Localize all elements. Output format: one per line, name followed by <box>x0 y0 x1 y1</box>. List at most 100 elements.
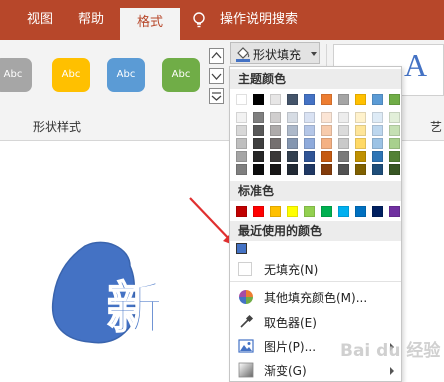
theme-color-swatch[interactable] <box>372 94 383 105</box>
theme-color-shade-swatch[interactable] <box>253 151 264 162</box>
theme-color-swatch[interactable] <box>355 94 366 105</box>
theme-color-shade-swatch[interactable] <box>253 125 264 136</box>
theme-color-shade-swatch[interactable] <box>304 112 315 123</box>
more-fill-colors-label: 其他填充颜色(M)... <box>264 291 368 305</box>
theme-color-shade-swatch[interactable] <box>355 125 366 136</box>
theme-color-shade-swatch[interactable] <box>338 125 349 136</box>
theme-color-shade-swatch[interactable] <box>270 112 281 123</box>
theme-color-shade-swatch[interactable] <box>321 112 332 123</box>
shape-style-gold[interactable]: Abc <box>52 58 90 92</box>
styles-more-button[interactable] <box>209 88 224 104</box>
tell-me-search[interactable]: 操作说明搜索 <box>220 8 298 27</box>
standard-color-swatch[interactable] <box>355 206 366 217</box>
blue-shape[interactable]: 新 <box>45 236 165 356</box>
standard-color-swatch[interactable] <box>321 206 332 217</box>
theme-color-shade-swatch[interactable] <box>372 164 383 175</box>
theme-color-swatch[interactable] <box>287 94 298 105</box>
no-fill-item[interactable]: 无填充(N) <box>230 258 401 280</box>
tab-format[interactable]: 格式 <box>120 8 180 40</box>
theme-color-shade-swatch[interactable] <box>338 138 349 149</box>
standard-color-swatch[interactable] <box>304 206 315 217</box>
theme-color-shade-swatch[interactable] <box>236 164 247 175</box>
theme-color-shade-swatch[interactable] <box>287 151 298 162</box>
theme-color-shade-swatch[interactable] <box>355 151 366 162</box>
standard-color-swatch[interactable] <box>287 206 298 217</box>
theme-color-shade-swatch[interactable] <box>321 138 332 149</box>
standard-color-swatch[interactable] <box>236 206 247 217</box>
theme-color-shade-swatch[interactable] <box>372 112 383 123</box>
eyedropper-item[interactable]: 取色器(E) <box>230 311 401 333</box>
shape-style-green[interactable]: Abc <box>162 58 200 92</box>
theme-color-shade-swatch[interactable] <box>389 151 400 162</box>
theme-color-shade-swatch[interactable] <box>355 138 366 149</box>
styles-scroll-down-button[interactable] <box>209 68 224 84</box>
theme-color-shade-swatch[interactable] <box>270 151 281 162</box>
theme-color-shade-swatch[interactable] <box>304 138 315 149</box>
theme-color-shade-swatch[interactable] <box>372 125 383 136</box>
shape-style-gray[interactable]: Abc <box>0 58 32 92</box>
theme-color-shade-swatch[interactable] <box>338 151 349 162</box>
theme-color-swatch[interactable] <box>321 94 332 105</box>
theme-color-shade-swatch[interactable] <box>321 125 332 136</box>
recent-colors-header: 最近使用的颜色 <box>230 221 401 241</box>
gradient-fill-item[interactable]: 渐变(G) <box>230 359 401 381</box>
picture-icon <box>238 339 254 353</box>
theme-color-shade-swatch[interactable] <box>287 125 298 136</box>
shape-char: 新 <box>107 277 163 342</box>
theme-color-swatch[interactable] <box>253 94 264 105</box>
theme-color-swatch[interactable] <box>304 94 315 105</box>
theme-color-shade-swatch[interactable] <box>338 112 349 123</box>
theme-color-shade-swatch[interactable] <box>270 125 281 136</box>
theme-color-shade-swatch[interactable] <box>236 112 247 123</box>
theme-color-shade-swatch[interactable] <box>372 138 383 149</box>
theme-color-shade-swatch[interactable] <box>338 164 349 175</box>
chevron-down-icon <box>211 73 222 80</box>
theme-color-swatch[interactable] <box>389 94 400 105</box>
theme-color-shade-swatch[interactable] <box>321 164 332 175</box>
theme-color-shade-swatch[interactable] <box>253 138 264 149</box>
standard-color-swatch[interactable] <box>338 206 349 217</box>
theme-color-shade-swatch[interactable] <box>304 125 315 136</box>
theme-color-shade-swatch[interactable] <box>304 164 315 175</box>
eyedropper-label: 取色器(E) <box>264 316 317 330</box>
standard-color-swatch[interactable] <box>270 206 281 217</box>
theme-color-shade-swatch[interactable] <box>287 164 298 175</box>
theme-color-shade-swatch[interactable] <box>304 151 315 162</box>
theme-color-shade-swatch[interactable] <box>270 164 281 175</box>
standard-color-swatch[interactable] <box>372 206 383 217</box>
standard-color-swatch[interactable] <box>389 206 400 217</box>
styles-scroll-up-button[interactable] <box>209 48 224 64</box>
theme-color-shade-swatch[interactable] <box>236 138 247 149</box>
shape-style-blue[interactable]: Abc <box>107 58 145 92</box>
more-fill-colors-item[interactable]: 其他填充颜色(M)... <box>230 286 401 308</box>
theme-color-shade-swatch[interactable] <box>389 138 400 149</box>
theme-color-shade-swatch[interactable] <box>321 151 332 162</box>
theme-color-shade-swatch[interactable] <box>236 125 247 136</box>
watermark: Bai du 经验 <box>340 341 441 361</box>
theme-color-swatch[interactable] <box>236 94 247 105</box>
no-fill-icon <box>238 262 252 276</box>
tab-view[interactable]: 视图 <box>27 8 53 27</box>
recent-color-swatch[interactable] <box>236 243 247 254</box>
shape-fill-button[interactable]: 形状填充 <box>230 42 320 64</box>
submenu-arrow-icon <box>390 367 394 375</box>
theme-color-shade-swatch[interactable] <box>253 112 264 123</box>
theme-color-shade-swatch[interactable] <box>270 138 281 149</box>
ribbon-tab-bar: 视图 帮助 格式 操作说明搜索 <box>0 0 444 40</box>
theme-color-shade-swatch[interactable] <box>355 112 366 123</box>
theme-color-shade-swatch[interactable] <box>236 151 247 162</box>
theme-colors-header: 主题颜色 <box>230 69 401 89</box>
theme-color-swatch[interactable] <box>270 94 281 105</box>
theme-color-shade-swatch[interactable] <box>253 164 264 175</box>
theme-color-shade-swatch[interactable] <box>372 151 383 162</box>
theme-color-shade-swatch[interactable] <box>287 138 298 149</box>
tab-help[interactable]: 帮助 <box>78 8 104 27</box>
theme-color-shade-swatch[interactable] <box>389 125 400 136</box>
theme-color-shade-swatch[interactable] <box>355 164 366 175</box>
theme-color-swatch[interactable] <box>338 94 349 105</box>
standard-color-swatch[interactable] <box>253 206 264 217</box>
wordart-sample: A <box>404 47 428 83</box>
theme-color-shade-swatch[interactable] <box>389 112 400 123</box>
theme-color-shade-swatch[interactable] <box>389 164 400 175</box>
theme-color-shade-swatch[interactable] <box>287 112 298 123</box>
